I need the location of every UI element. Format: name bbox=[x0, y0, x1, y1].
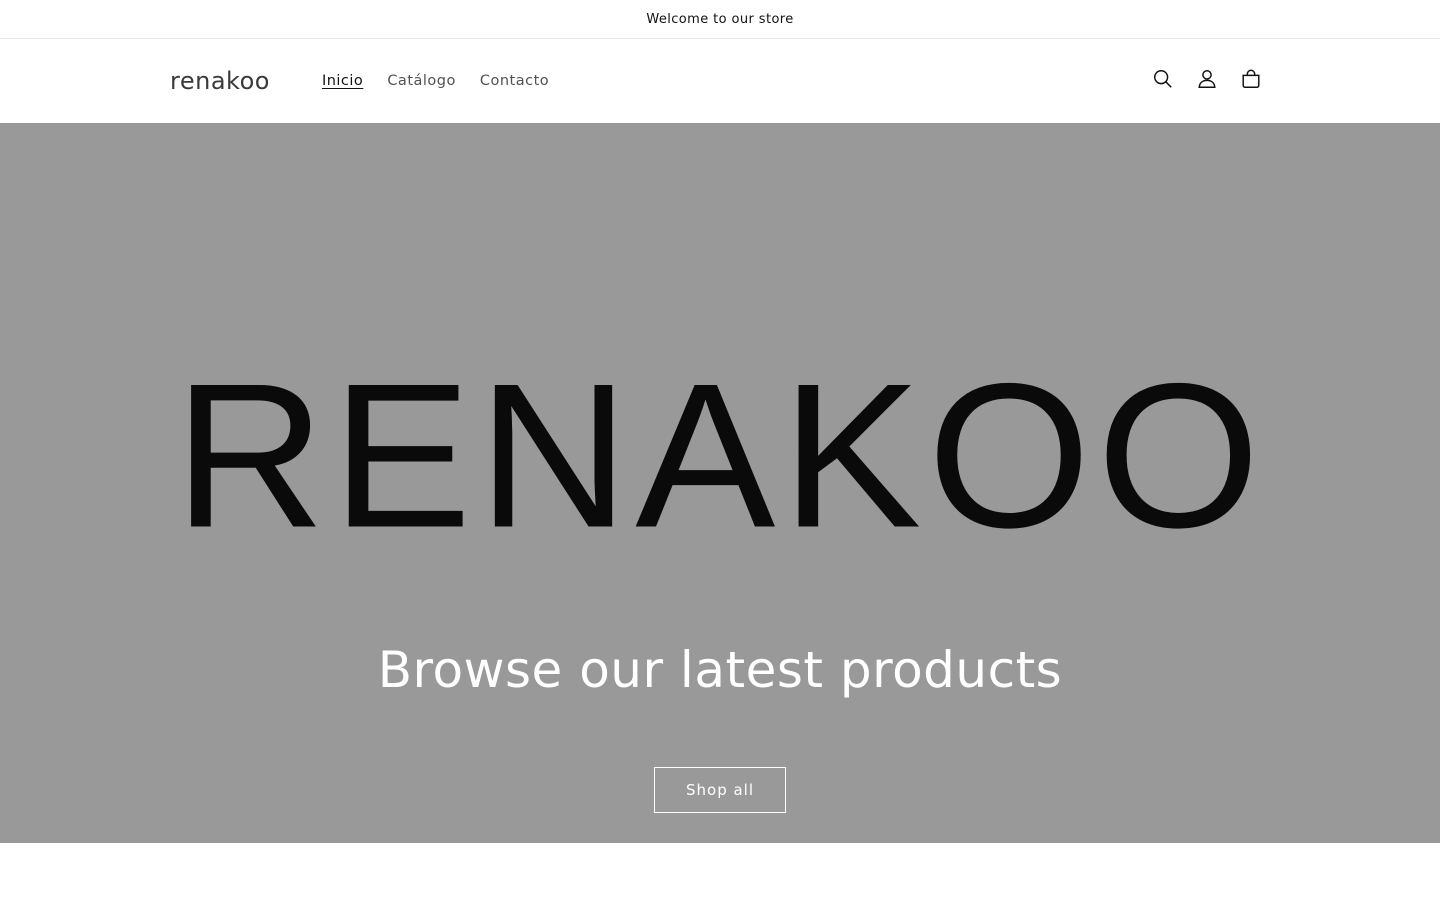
nav-item-contacto[interactable]: Contacto bbox=[468, 67, 561, 95]
announcement-bar: Welcome to our store bbox=[0, 0, 1440, 39]
nav-item-inicio[interactable]: Inicio bbox=[310, 67, 375, 95]
account-icon bbox=[1196, 68, 1218, 94]
cart-icon bbox=[1240, 68, 1262, 94]
header-icons bbox=[1148, 66, 1266, 96]
main-nav: Inicio Catálogo Contacto bbox=[310, 67, 561, 95]
search-button[interactable] bbox=[1148, 66, 1178, 96]
hero-banner: RENAKOO Browse our latest products Shop … bbox=[0, 123, 1440, 843]
shop-all-button[interactable]: Shop all bbox=[653, 766, 787, 813]
announcement-text: Welcome to our store bbox=[646, 11, 794, 27]
hero-brand-image: RENAKOO bbox=[173, 340, 1267, 571]
store-logo[interactable]: renakoo bbox=[170, 67, 270, 95]
hero-heading: Browse our latest products bbox=[377, 641, 1063, 699]
search-icon bbox=[1152, 68, 1174, 94]
nav-item-catalogo[interactable]: Catálogo bbox=[375, 67, 468, 95]
cart-button[interactable] bbox=[1236, 66, 1266, 96]
site-header: renakoo Inicio Catálogo Contacto bbox=[0, 39, 1440, 123]
account-button[interactable] bbox=[1192, 66, 1222, 96]
